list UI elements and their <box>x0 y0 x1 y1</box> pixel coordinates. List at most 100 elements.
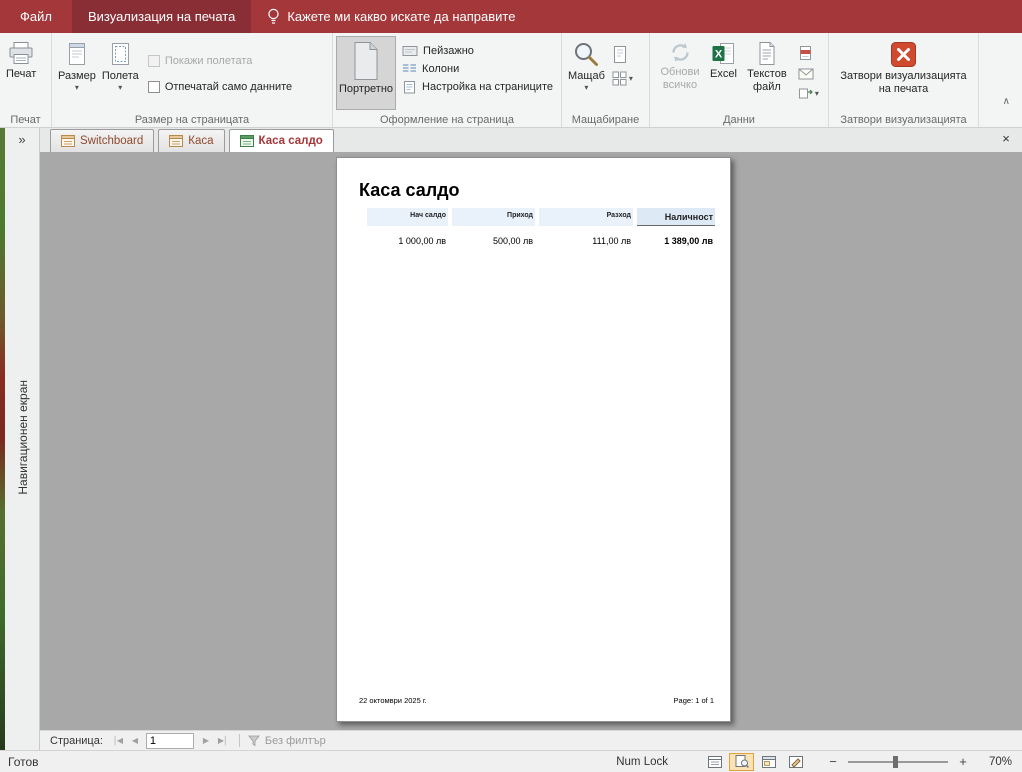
print-preview-view-icon[interactable] <box>729 752 754 771</box>
report-view-icon[interactable] <box>702 753 727 771</box>
page-layout-options: Пейзажно Колони Настройка на страниците <box>396 35 553 94</box>
chevron-down-icon: ▾ <box>628 73 633 83</box>
columns-label: Колони <box>422 62 460 75</box>
tab-print-preview[interactable]: Визуализация на печата <box>71 0 252 33</box>
navigation-pane-collapsed[interactable]: » Навигационен екран <box>5 128 40 750</box>
landscape-button[interactable]: Пейзажно <box>402 44 553 57</box>
show-margins-label: Покажи полетата <box>164 55 253 67</box>
doc-tab-switchboard[interactable]: Switchboard <box>50 129 155 152</box>
ribbon-group-data: Обнови всичко X Excel Текстов файл ▾ Дан… <box>650 33 829 127</box>
print-preview-canvas[interactable]: Каса салдо Нач салдо Приход Разход Налич… <box>40 152 1022 730</box>
excel-label: Excel <box>710 68 737 80</box>
landscape-page-icon <box>402 44 418 57</box>
ribbon-group-print: Печат Печат <box>0 33 52 127</box>
email-button[interactable] <box>798 68 814 80</box>
print-data-only-checkbox[interactable]: Отпечатай само данните <box>147 81 293 93</box>
layout-view-icon[interactable] <box>756 753 781 771</box>
divider <box>238 734 240 747</box>
cell-value: 1 389,00 лв <box>664 236 713 246</box>
excel-export-button[interactable]: X Excel <box>707 36 740 110</box>
form-icon <box>169 135 184 147</box>
expand-pane-icon[interactable]: » <box>5 132 39 147</box>
collapse-ribbon-icon[interactable]: ∧ <box>1003 96 1010 107</box>
margins-button[interactable]: Полета ▾ <box>99 36 142 110</box>
columns-button[interactable]: Колони <box>402 62 553 75</box>
text-file-icon <box>756 41 777 66</box>
ribbon-group-zoom: Мащаб ▾ ▾ Мащабиране <box>562 33 650 127</box>
columns-icon <box>402 62 417 75</box>
report-title: Каса салдо <box>359 180 460 200</box>
print-data-only-label: Отпечатай само данните <box>164 81 293 93</box>
zoom-out-button[interactable]: − <box>826 754 840 769</box>
tell-me-box[interactable]: Кажете ми какво искате да направите <box>251 0 531 33</box>
close-print-preview-button[interactable]: Затвори визуализацията на печата <box>838 36 970 110</box>
zoom-button[interactable]: Мащаб ▾ <box>565 36 608 110</box>
doc-tab-label: Switchboard <box>80 135 144 147</box>
zoom-slider-thumb[interactable] <box>893 755 898 768</box>
next-page-button: ▶ <box>202 736 209 745</box>
group-label-print: Печат <box>10 114 41 126</box>
page-number-input[interactable] <box>145 732 194 749</box>
group-label-page-layout: Оформление на страница <box>380 114 514 126</box>
zoom-in-button[interactable]: + <box>956 754 970 769</box>
column-header: Нач салдо <box>367 208 448 226</box>
group-label-page-size: Размер на страницата <box>134 114 250 126</box>
printer-icon <box>8 41 34 66</box>
zoom-slider[interactable] <box>848 755 948 768</box>
cell-value: 500,00 лв <box>492 236 533 246</box>
page-size-icon <box>66 41 88 68</box>
report-page[interactable]: Каса салдо Нач салдо Приход Разход Налич… <box>336 157 731 722</box>
pdf-xps-button[interactable] <box>798 45 813 61</box>
portrait-button[interactable]: Портретно <box>336 36 397 110</box>
view-shortcut-buttons <box>702 752 808 771</box>
cell-value: 111,00 лв <box>592 236 631 246</box>
first-page-button: │◀ <box>112 736 123 745</box>
text-file-button[interactable]: Текстов файл <box>740 36 794 110</box>
more-exports-button[interactable]: ▾ <box>798 87 819 100</box>
zoom-button-label: Мащаб <box>568 70 605 82</box>
chevron-down-icon: ▾ <box>814 88 819 98</box>
close-document-icon[interactable]: × <box>998 131 1014 146</box>
doc-tab-kasa-saldo[interactable]: Каса салдо <box>228 129 334 152</box>
cell-value: 1 000,00 лв <box>398 236 446 246</box>
doc-tab-label: Каса салдо <box>258 135 323 147</box>
refresh-all-button: Обнови всичко <box>653 36 707 110</box>
chevron-down-icon: ▾ <box>118 82 123 92</box>
checkbox-icon <box>147 55 160 67</box>
tell-me-label: Кажете ми какво искате да направите <box>287 9 516 24</box>
more-pages-button[interactable]: ▾ <box>612 71 633 86</box>
margins-icon <box>109 41 131 68</box>
landscape-label: Пейзажно <box>423 44 474 57</box>
status-bar: Готов Num Lock − + 70% <box>0 750 1022 772</box>
filter-status-label: Без филтър <box>264 734 326 747</box>
portrait-button-label: Портретно <box>339 83 394 95</box>
report-footer-page-number: Page: 1 of 1 <box>673 696 714 705</box>
zoom-percentage[interactable]: 70% <box>978 756 1012 768</box>
doc-tab-kasa[interactable]: Каса <box>158 129 225 152</box>
column-header: Приход <box>452 208 535 226</box>
last-page-button: ▶│ <box>217 736 228 745</box>
size-button-label: Размер <box>58 70 96 82</box>
print-button[interactable]: Печат <box>3 36 39 110</box>
report-footer-date: 22 октомври 2025 г. <box>359 696 427 705</box>
one-page-button[interactable] <box>612 45 628 64</box>
page-setup-button[interactable]: Настройка на страниците <box>402 80 553 94</box>
titlebar: Файл Визуализация на печата Кажете ми ка… <box>0 0 1022 33</box>
page-nav-label: Страница: <box>50 734 103 747</box>
magnifier-icon <box>573 41 600 68</box>
size-button[interactable]: Размер ▾ <box>55 36 99 110</box>
file-tab[interactable]: Файл <box>0 0 72 33</box>
filter-status: Без филтър <box>248 735 326 747</box>
report-header-row: Нач салдо Приход Разход Наличност <box>367 208 715 226</box>
refresh-all-label: Обнови всичко <box>660 66 700 91</box>
filter-funnel-icon <box>248 735 260 747</box>
design-view-icon[interactable] <box>783 753 808 771</box>
report-icon <box>239 135 254 147</box>
page-setup-icon <box>402 80 417 94</box>
group-label-zoom: Мащабиране <box>571 114 640 126</box>
data-more-options: ▾ <box>794 35 821 100</box>
navigation-pane-title: Навигационен екран <box>16 380 30 495</box>
doc-tab-label: Каса <box>188 135 214 147</box>
show-margins-checkbox: Покажи полетата <box>147 55 292 67</box>
column-header: Наличност <box>637 208 715 226</box>
